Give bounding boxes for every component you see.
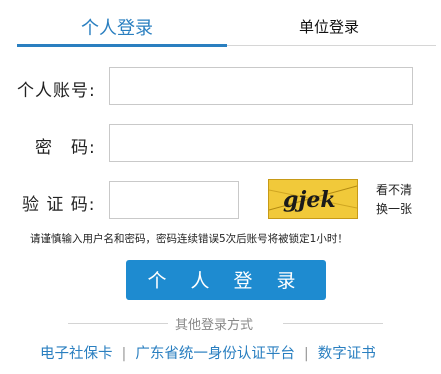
account-label: 个人账号:: [17, 81, 96, 101]
link-separator: |: [121, 346, 127, 362]
link-guangdong-identity-platform[interactable]: 广东省统一身份认证平台: [135, 346, 295, 362]
captcha-input[interactable]: [109, 181, 239, 219]
active-tab-indicator: [17, 44, 227, 47]
link-separator: |: [303, 346, 309, 362]
other-login-title: 其他登录方式: [175, 318, 254, 333]
password-input[interactable]: [109, 124, 413, 162]
account-input[interactable]: [109, 67, 413, 105]
captcha-label: 验 证 码:: [22, 195, 96, 215]
tab-personal-login[interactable]: 个人登录: [81, 14, 153, 40]
personal-login-button[interactable]: 个 人 登 录: [126, 260, 326, 300]
password-label: 密 码:: [35, 138, 96, 158]
captcha-graphic: gjek: [269, 185, 357, 213]
other-divider-right: [283, 323, 383, 324]
link-e-social-security-card[interactable]: 电子社保卡: [40, 346, 113, 362]
other-login-links: 电子社保卡 | 广东省统一身份认证平台 | 数字证书: [40, 342, 376, 363]
refresh-captcha-link[interactable]: 看不清 换一张: [376, 181, 420, 219]
refresh-line-1: 看不清: [376, 183, 413, 197]
other-divider-left: [68, 323, 168, 324]
link-digital-certificate[interactable]: 数字证书: [318, 346, 376, 362]
tab-organization-login[interactable]: 单位登录: [299, 16, 359, 37]
login-tabs: 个人登录 单位登录: [17, 0, 436, 50]
lockout-warning: 请谨慎输入用户名和密码，密码连续错误5次后账号将被锁定1小时！: [30, 233, 348, 245]
captcha-image[interactable]: gjek: [268, 179, 358, 219]
refresh-line-2: 换一张: [376, 202, 413, 216]
captcha-text: gjek: [283, 187, 336, 213]
